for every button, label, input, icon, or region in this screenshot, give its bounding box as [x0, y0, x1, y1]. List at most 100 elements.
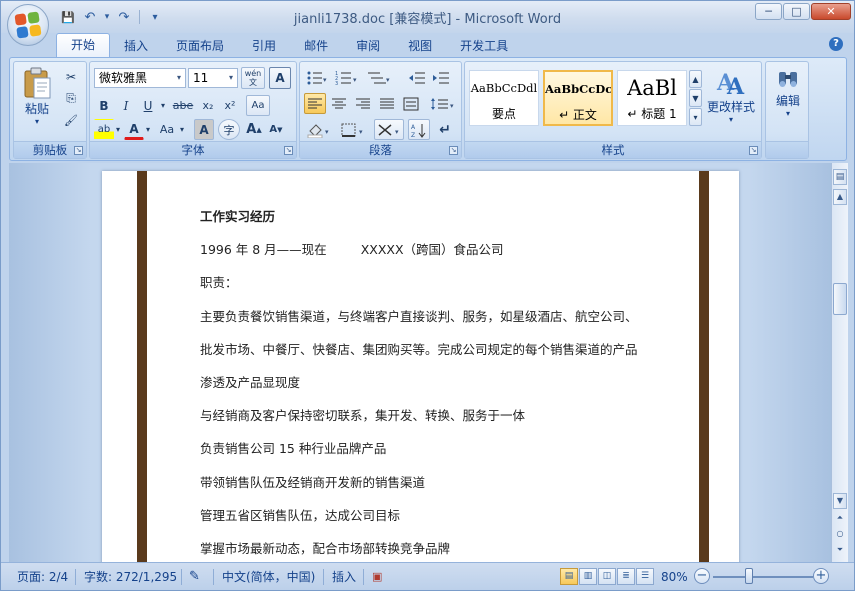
- editing-button[interactable]: 编辑 ▾: [768, 66, 808, 118]
- styles-launcher-icon[interactable]: ↘: [749, 146, 758, 155]
- style-heading-1[interactable]: AaBl ↵ 标题 1: [617, 70, 687, 126]
- scroll-down-icon[interactable]: ▼: [833, 493, 847, 509]
- clipboard-launcher-icon[interactable]: ↘: [74, 146, 83, 155]
- shading-button[interactable]: ▾: [304, 119, 334, 140]
- align-left-button[interactable]: [304, 93, 326, 114]
- zoom-out-button[interactable]: −: [694, 568, 710, 584]
- document-page[interactable]: 工作实习经历 1996 年 8 月——现在 XXXXX（跨国）食品公司 职责： 主…: [102, 171, 739, 562]
- font-launcher-icon[interactable]: ↘: [284, 146, 293, 155]
- tab-developer[interactable]: 开发工具: [446, 35, 522, 57]
- line-spacing-button[interactable]: ▾: [428, 93, 458, 114]
- align-right-button[interactable]: [352, 93, 374, 114]
- editing-group: 编辑 ▾: [765, 61, 809, 159]
- tab-page-layout[interactable]: 页面布局: [162, 35, 238, 57]
- tab-mailings[interactable]: 邮件: [290, 35, 342, 57]
- style-normal[interactable]: AaBbCcDc ↵ 正文: [543, 70, 613, 126]
- close-button[interactable]: ✕: [811, 3, 851, 20]
- paste-dropdown-icon: ▾: [34, 117, 39, 126]
- next-page-icon[interactable]: ⏷: [833, 543, 847, 559]
- tab-references[interactable]: 引用: [238, 35, 290, 57]
- minimize-button[interactable]: ─: [755, 3, 782, 20]
- highlight-dropdown-icon[interactable]: ▾: [114, 119, 122, 140]
- highlight-button[interactable]: ab: [94, 119, 114, 140]
- draft-view-button[interactable]: ☰: [636, 568, 654, 585]
- macro-record-icon[interactable]: ▣: [372, 568, 382, 586]
- change-case-dropdown-icon[interactable]: ▾: [178, 119, 186, 140]
- zoom-in-button[interactable]: +: [813, 568, 829, 584]
- paste-button[interactable]: 粘贴 ▾: [19, 66, 55, 126]
- document-body[interactable]: 工作实习经历 1996 年 8 月——现在 XXXXX（跨国）食品公司 职责： 主…: [200, 207, 638, 562]
- underline-dropdown-icon[interactable]: ▾: [158, 95, 168, 116]
- select-browse-object-icon[interactable]: ○: [833, 527, 847, 543]
- borders-button[interactable]: ▾: [338, 119, 368, 140]
- word-count[interactable]: 字数: 272/1,295: [84, 568, 177, 586]
- change-case-button[interactable]: Aa: [156, 119, 178, 140]
- decrease-indent-icon[interactable]: [406, 67, 428, 88]
- font-size-select[interactable]: 11 ▾: [188, 68, 238, 88]
- help-icon[interactable]: ?: [829, 37, 843, 51]
- bullets-icon[interactable]: ▾: [304, 67, 330, 88]
- previous-page-icon[interactable]: ⏶: [833, 511, 847, 527]
- copy-icon[interactable]: ⎘: [61, 88, 81, 109]
- styles-scroll-down-icon[interactable]: ▼: [689, 89, 702, 107]
- full-screen-reading-button[interactable]: ▥: [579, 568, 597, 585]
- distributed-button[interactable]: [400, 93, 422, 114]
- sort-button[interactable]: AZ: [408, 119, 430, 140]
- change-styles-button[interactable]: A A 更改样式 ▾: [705, 66, 757, 124]
- wen-phonetic-button[interactable]: wén 文: [241, 67, 265, 89]
- align-center-button[interactable]: [328, 93, 350, 114]
- grow-font-button[interactable]: A ▲: [244, 119, 264, 140]
- scroll-thumb[interactable]: [833, 283, 847, 315]
- zoom-slider-track[interactable]: [713, 576, 813, 578]
- italic-button[interactable]: I: [116, 95, 136, 116]
- subscript-button[interactable]: x₂: [198, 95, 218, 116]
- insert-mode-indicator[interactable]: 插入: [332, 568, 356, 586]
- show-marks-button[interactable]: ↵: [434, 119, 456, 140]
- zoom-level[interactable]: 80%: [661, 568, 688, 586]
- tab-insert[interactable]: 插入: [110, 35, 162, 57]
- page-indicator[interactable]: 页面: 2/4: [17, 568, 68, 586]
- tab-review[interactable]: 审阅: [342, 35, 394, 57]
- word-window: 💾 ↶ ▾ ↷ ▾ jianli1738.doc [兼容模式] - Micros…: [0, 0, 855, 591]
- styles-scroll-up-icon[interactable]: ▲: [689, 70, 702, 88]
- char-shading-button[interactable]: A: [194, 119, 214, 140]
- format-painter-icon[interactable]: 🖌: [61, 110, 81, 131]
- language-indicator[interactable]: 中文(简体，中国): [222, 568, 315, 586]
- styles-group-label: 样式: [465, 141, 761, 158]
- style-key-points[interactable]: AaBbCcDdl 要点: [469, 70, 539, 126]
- numbering-icon[interactable]: 1 2 3 ▾: [333, 67, 361, 88]
- maximize-button[interactable]: □: [783, 3, 810, 20]
- enclose-char-button[interactable]: 字: [218, 119, 240, 140]
- underline-button[interactable]: U: [138, 95, 158, 116]
- proofing-icon[interactable]: ✎: [189, 568, 200, 586]
- zoom-slider-knob[interactable]: [745, 568, 753, 584]
- paragraph-launcher-icon[interactable]: ↘: [449, 146, 458, 155]
- bold-button[interactable]: B: [94, 95, 114, 116]
- increase-indent-icon[interactable]: [430, 67, 452, 88]
- shrink-font-button[interactable]: A ▼: [266, 119, 286, 140]
- ruler-toggle-icon[interactable]: ▤: [833, 169, 847, 185]
- web-layout-view-button[interactable]: ◫: [598, 568, 616, 585]
- justify-button[interactable]: [376, 93, 398, 114]
- char-border-button[interactable]: A: [269, 67, 291, 89]
- office-button[interactable]: [7, 4, 49, 46]
- font-group: 微软雅黑 ▾ 11 ▾ wén 文 A B I U ▾ abe x₂ x² Aa…: [89, 61, 297, 159]
- clear-formatting-button[interactable]: Aa: [246, 95, 270, 116]
- strikethrough-button[interactable]: abe: [170, 95, 196, 116]
- font-name-select[interactable]: 微软雅黑 ▾: [94, 68, 186, 88]
- tab-home[interactable]: 开始: [56, 33, 111, 57]
- font-color-dropdown-icon[interactable]: ▾: [144, 119, 152, 140]
- print-layout-view-button[interactable]: ▤: [560, 568, 578, 585]
- superscript-button[interactable]: x²: [220, 95, 240, 116]
- styles-more-icon[interactable]: ▾: [689, 108, 702, 126]
- cut-icon[interactable]: ✂: [61, 66, 81, 87]
- scroll-up-icon[interactable]: ▲: [833, 189, 847, 205]
- chinese-layout-button[interactable]: ▾: [374, 119, 404, 140]
- outline-view-button[interactable]: ≣: [617, 568, 635, 585]
- vertical-scrollbar[interactable]: ▤ ▲ ▼ ⏶ ○ ⏷: [831, 163, 848, 562]
- multilevel-list-icon[interactable]: ▾: [364, 67, 394, 88]
- duties-label: 职责：: [200, 275, 238, 291]
- paste-icon: [24, 67, 51, 99]
- font-color-button[interactable]: A: [124, 119, 144, 140]
- tab-view[interactable]: 视图: [394, 35, 446, 57]
